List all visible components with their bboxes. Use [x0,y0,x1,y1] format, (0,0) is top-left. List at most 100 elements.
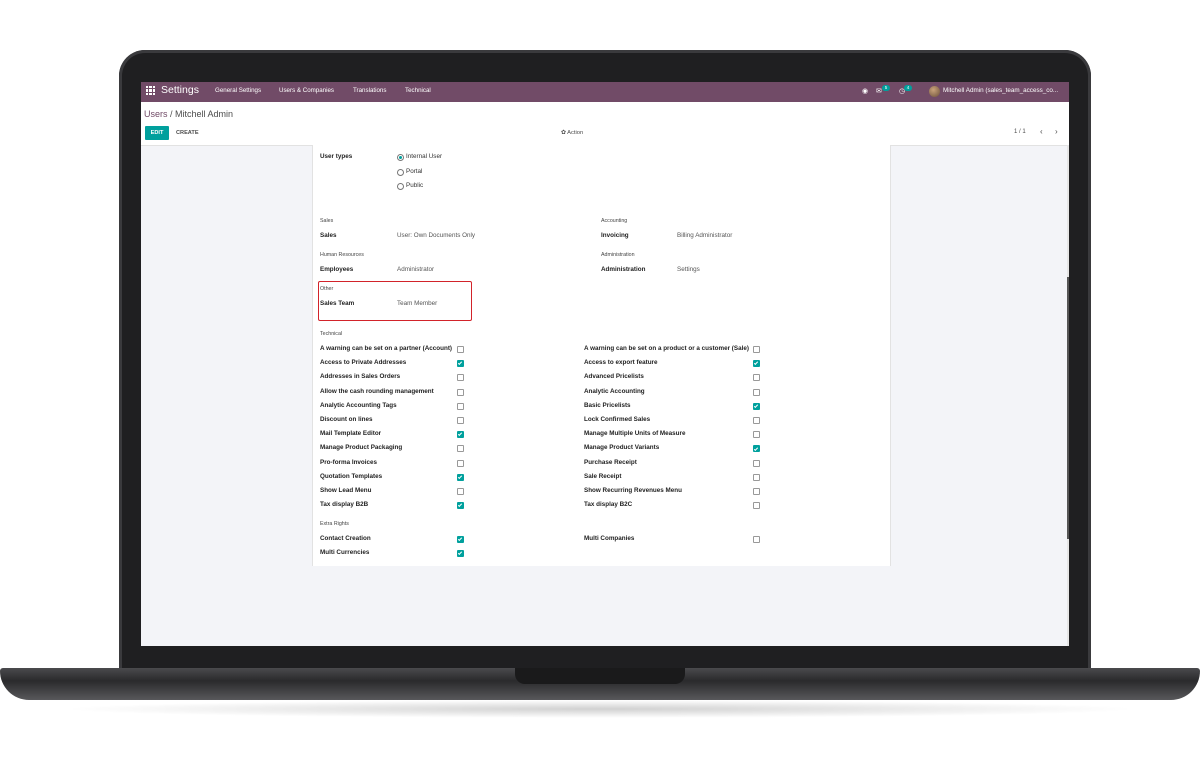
right-checkbox[interactable] [753,445,760,453]
radio-portal[interactable] [397,169,404,176]
right-label: Sale Receipt [584,472,622,480]
app-screen: Settings General Settings Users & Compan… [141,82,1069,646]
right-label: Quotation Templates [320,472,383,480]
right-checkbox[interactable] [457,417,464,424]
apps-menu-icon[interactable] [146,86,155,95]
right-checkbox[interactable] [753,388,760,396]
field-value-invoicing[interactable]: Billing Administrator [677,232,732,239]
menu-translations[interactable]: Translations [353,87,386,94]
chat-icon[interactable]: ✉ [876,87,882,95]
right-checkbox[interactable] [457,536,464,543]
radio-public-label: Public [406,182,424,189]
menu-technical[interactable]: Technical [405,87,431,94]
group-title-other: Other [320,286,334,292]
breadcrumb: Users / Mitchell Admin [144,109,233,119]
control-panel: Users / Mitchell Admin EDIT CREATE ✿ Act… [141,102,1069,146]
right-checkbox[interactable] [457,360,464,368]
right-label: Mail Template Editor [320,430,382,438]
scrollbar-thumb[interactable] [1067,277,1069,539]
breadcrumb-separator: / [167,109,176,119]
field-label-invoicing: Invoicing [601,232,629,239]
right-label: Tax display B2C [584,501,633,509]
field-value-administration[interactable]: Settings [677,266,700,273]
right-label: Lock Confirmed Sales [584,416,651,423]
right-checkbox[interactable] [753,473,760,481]
user-avatar[interactable] [929,86,940,97]
right-label: Show Lead Menu [320,487,372,494]
right-label: Manage Product Packaging [320,444,403,452]
right-checkbox[interactable] [457,550,464,558]
right-checkbox[interactable] [457,374,464,382]
group-title-technical: Technical [320,331,343,337]
radio-public[interactable] [397,183,404,190]
right-checkbox[interactable] [753,360,760,368]
radio-portal-label: Portal [406,168,423,175]
right-label: Show Recurring Revenues Menu [584,487,682,494]
pager-counter[interactable]: 1 / 1 [1014,129,1026,135]
menu-general-settings[interactable]: General Settings [215,87,261,94]
menu-users-companies[interactable]: Users & Companies [279,87,334,94]
right-label: Multi Currencies [320,549,370,557]
right-label: Access to export feature [584,359,658,367]
group-title-sales: Sales [320,218,334,224]
right-checkbox[interactable] [753,459,760,467]
right-checkbox[interactable] [457,473,464,481]
right-checkbox[interactable] [457,459,464,467]
right-checkbox[interactable] [753,402,760,410]
right-checkbox[interactable] [753,488,760,495]
right-checkbox[interactable] [753,431,760,439]
laptop-shadow [60,700,1140,718]
pager-prev-icon[interactable]: ‹ [1040,127,1043,136]
right-label: Access to Private Addresses [320,359,407,367]
right-label: Basic Pricelists [584,401,631,409]
field-value-employees[interactable]: Administrator [397,266,434,273]
right-label: Discount on lines [320,416,373,423]
bug-icon[interactable]: ◉ [862,87,868,95]
top-navbar: Settings General Settings Users & Compan… [141,82,1069,102]
right-label: Analytic Accounting Tags [320,401,397,409]
field-label-sales-team: Sales Team [320,300,355,307]
right-checkbox[interactable] [457,445,464,453]
app-title: Settings [161,84,199,96]
right-label: Pro-forma Invoices [320,458,378,466]
right-label: Multi Companies [584,535,635,542]
breadcrumb-users-link[interactable]: Users [144,109,168,119]
radio-internal-user-label: Internal User [406,153,443,160]
right-label: A warning can be set on a product or a c… [584,345,749,352]
edit-button[interactable]: EDIT [145,126,169,140]
group-title-human-resources: Human Resources [320,252,364,258]
right-label: A warning can be set on a partner (Accou… [320,345,453,352]
right-label: Manage Product Variants [584,444,660,452]
form-sheet: User types Internal User Portal Public S… [312,145,891,566]
create-button[interactable]: CREATE [176,130,199,136]
right-checkbox[interactable] [457,502,464,510]
field-label-employees: Employees [320,266,354,273]
pager-next-icon[interactable]: › [1055,127,1058,136]
right-checkbox[interactable] [457,431,464,439]
right-checkbox[interactable] [753,417,760,424]
right-checkbox[interactable] [753,536,760,543]
action-menu-button[interactable]: ✿ Action [561,130,583,136]
breadcrumb-current: Mitchell Admin [175,109,234,119]
right-checkbox[interactable] [753,502,760,510]
right-label: Purchase Receipt [584,458,637,466]
right-label: Manage Multiple Units of Measure [584,430,686,438]
right-checkbox[interactable] [457,346,464,353]
right-checkbox[interactable] [753,374,760,382]
field-value-sales[interactable]: User: Own Documents Only [397,232,475,239]
right-checkbox[interactable] [457,402,464,410]
group-title-administration: Administration [601,252,635,258]
right-checkbox[interactable] [457,488,464,495]
field-value-sales-team[interactable]: Team Member [397,300,437,307]
group-title-accounting: Accounting [601,218,628,224]
right-checkbox[interactable] [457,388,464,396]
right-label: Analytic Accounting [584,387,645,395]
radio-internal-user[interactable] [397,154,404,161]
activities-badge: 4 [904,85,912,91]
right-label: Addresses in Sales Orders [320,373,401,381]
right-label: Contact Creation [320,535,371,542]
group-title-extra-rights: Extra Rights [320,521,349,527]
right-checkbox[interactable] [753,346,760,353]
field-label-administration: Administration [601,266,646,273]
user-menu[interactable]: Mitchell Admin (sales_team_access_co... [943,87,1058,94]
